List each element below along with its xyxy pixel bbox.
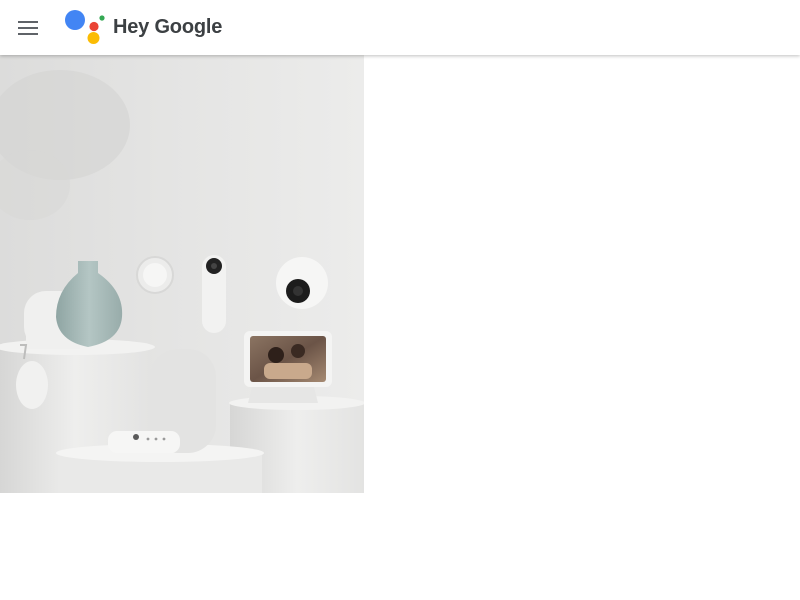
main-menu-button[interactable]	[10, 10, 46, 46]
top-app-bar: Hey Google	[0, 0, 800, 55]
nest-devices-illustration	[0, 55, 364, 493]
brand-logo[interactable]: Hey Google	[64, 8, 222, 46]
brand-title: Hey Google	[113, 15, 223, 38]
chromecast	[16, 361, 48, 409]
hamburger-menu-icon	[18, 21, 38, 35]
chromecast-remote	[108, 431, 180, 453]
google-assistant-logo-icon	[65, 10, 105, 44]
hero-product-image	[0, 55, 364, 493]
